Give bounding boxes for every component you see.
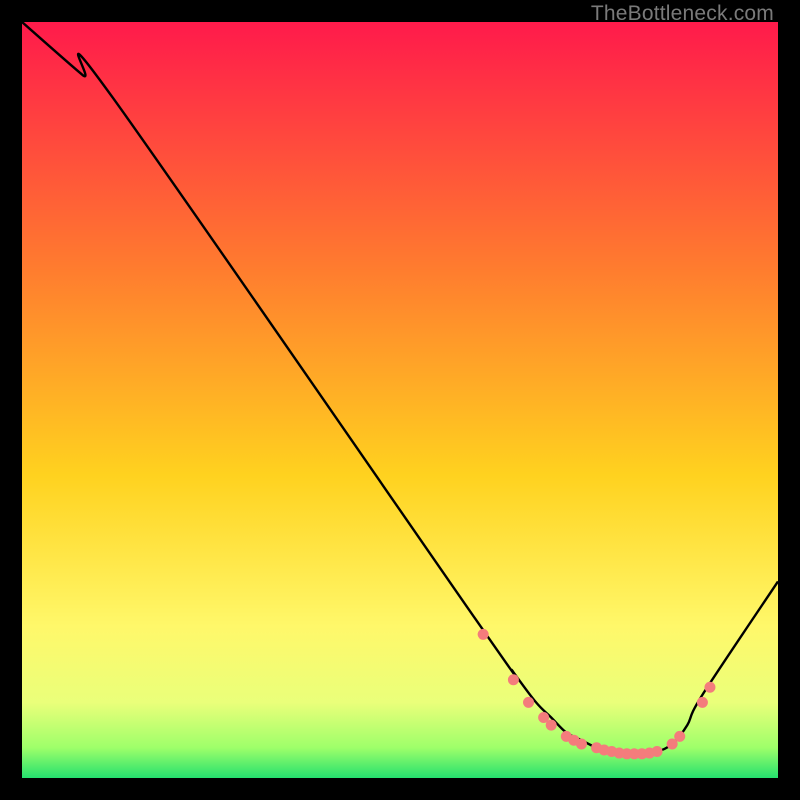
- marker-dot: [478, 629, 489, 640]
- gradient-background: [22, 22, 778, 778]
- marker-dot: [652, 746, 663, 757]
- marker-dot: [508, 674, 519, 685]
- marker-dot: [523, 697, 534, 708]
- marker-dot: [674, 731, 685, 742]
- marker-dot: [697, 697, 708, 708]
- marker-dot: [704, 682, 715, 693]
- chart-canvas: [22, 22, 778, 778]
- marker-dot: [546, 720, 557, 731]
- marker-dot: [576, 738, 587, 749]
- watermark-text: TheBottleneck.com: [591, 2, 774, 26]
